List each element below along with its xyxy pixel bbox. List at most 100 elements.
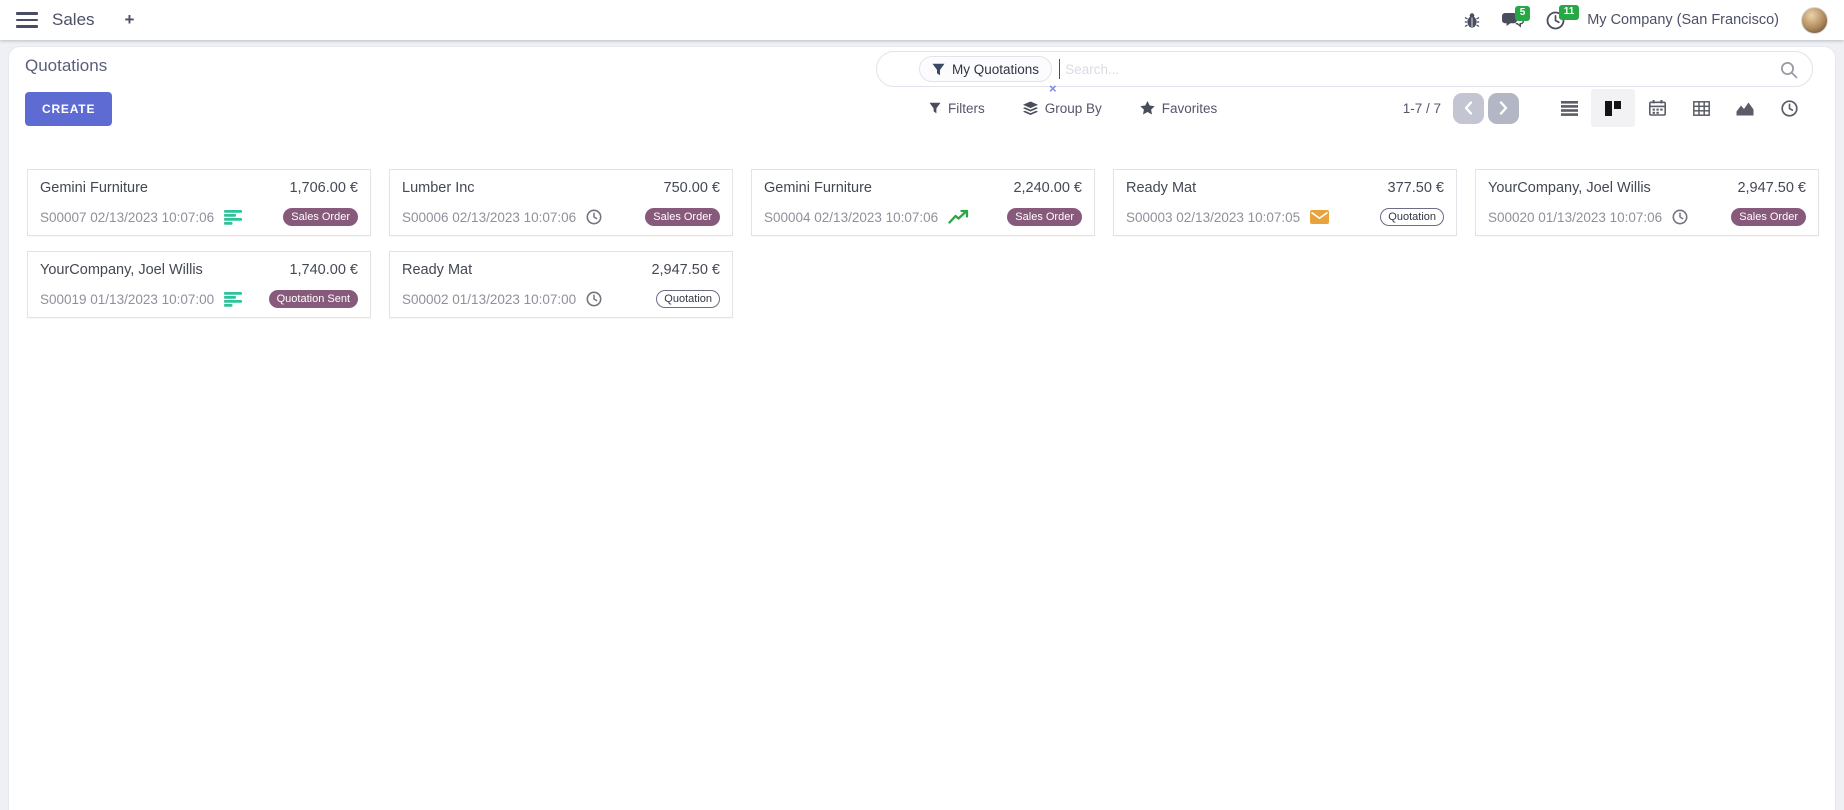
plus-icon[interactable]: +	[125, 10, 135, 30]
trend-up-icon-button[interactable]	[948, 209, 969, 225]
trend-up-icon	[948, 209, 969, 225]
activity-lines-icon-button[interactable]	[224, 210, 242, 225]
company-switcher[interactable]: My Company (San Francisco)	[1587, 12, 1779, 28]
card-footer: S00019 01/13/2023 10:07:00 Quotation Sen…	[40, 290, 358, 308]
card-footer: S00020 01/13/2023 10:07:06 Sales Order	[1488, 208, 1806, 226]
quotation-card[interactable]: YourCompany, Joel Willis 2,947.50 € S000…	[1475, 169, 1819, 236]
app-name[interactable]: Sales	[52, 10, 95, 30]
quotation-card[interactable]: Lumber Inc 750.00 € S00006 02/13/2023 10…	[389, 169, 733, 236]
customer-name: Gemini Furniture	[40, 180, 148, 196]
calendar-icon	[1649, 100, 1666, 116]
activity-view-button[interactable]	[1767, 89, 1811, 127]
clock-icon	[586, 209, 602, 225]
order-reference: S00004 02/13/2023 10:07:06	[764, 210, 938, 225]
clock-icon-button[interactable]	[586, 291, 602, 307]
top-navbar: Sales + 5	[0, 0, 1844, 40]
customer-name: Lumber Inc	[402, 180, 475, 196]
customer-name: Ready Mat	[1126, 180, 1196, 196]
search-options: Filters Group By Favorites	[929, 89, 1217, 127]
envelope-icon-button[interactable]	[1310, 210, 1329, 224]
list-icon	[1561, 101, 1578, 116]
order-reference: S00020 01/13/2023 10:07:06	[1488, 210, 1662, 225]
order-reference: S00003 02/13/2023 10:07:05	[1126, 210, 1300, 225]
order-amount: 377.50 €	[1388, 180, 1444, 196]
pivot-view-button[interactable]	[1679, 89, 1723, 127]
clock-icon-button[interactable]	[1672, 209, 1688, 225]
card-header: YourCompany, Joel Willis 2,947.50 €	[1488, 180, 1806, 196]
card-header: Ready Mat 2,947.50 €	[402, 262, 720, 278]
order-reference: S00007 02/13/2023 10:07:06	[40, 210, 214, 225]
order-amount: 2,947.50 €	[651, 262, 720, 278]
filters-button[interactable]: Filters	[929, 101, 985, 116]
list-view-button[interactable]	[1547, 89, 1591, 127]
graph-view-button[interactable]	[1723, 89, 1767, 127]
search-icon[interactable]	[1780, 61, 1798, 84]
sales-quotations-screen: Sales + 5	[0, 0, 1844, 810]
filter-icon	[929, 102, 941, 114]
order-amount: 750.00 €	[664, 180, 720, 196]
favorites-label: Favorites	[1162, 101, 1218, 116]
status-badge: Sales Order	[645, 208, 720, 226]
clock-icon	[1781, 100, 1798, 117]
quotation-card[interactable]: Gemini Furniture 2,240.00 € S00004 02/13…	[751, 169, 1095, 236]
kanban-view-button[interactable]	[1591, 89, 1635, 127]
card-header: YourCompany, Joel Willis 1,740.00 €	[40, 262, 358, 278]
apps-menu-icon[interactable]	[16, 12, 38, 28]
order-reference: S00006 02/13/2023 10:07:06	[402, 210, 576, 225]
customer-name: YourCompany, Joel Willis	[40, 262, 203, 278]
quotation-card[interactable]: Ready Mat 377.50 € S00003 02/13/2023 10:…	[1113, 169, 1457, 236]
customer-name: Gemini Furniture	[764, 180, 872, 196]
clock-icon	[1672, 209, 1688, 225]
facet-remove-icon[interactable]: ×	[1049, 81, 1057, 96]
activity-lines-icon-button[interactable]	[224, 292, 242, 307]
order-reference: S00019 01/13/2023 10:07:00	[40, 292, 214, 307]
order-amount: 2,947.50 €	[1737, 180, 1806, 196]
card-header: Ready Mat 377.50 €	[1126, 180, 1444, 196]
order-amount: 1,706.00 €	[289, 180, 358, 196]
filter-funnel-icon	[932, 63, 945, 76]
pager-previous-button[interactable]	[1453, 93, 1484, 124]
pivot-table-icon	[1693, 101, 1710, 116]
search-bar[interactable]: My Quotations Search... ×	[876, 51, 1813, 87]
card-footer: S00007 02/13/2023 10:07:06 Sales Order	[40, 208, 358, 226]
customer-name: YourCompany, Joel Willis	[1488, 180, 1651, 196]
chevron-left-icon	[1464, 101, 1473, 115]
messages-icon[interactable]: 5	[1502, 12, 1524, 29]
filters-label: Filters	[948, 101, 985, 116]
chevron-right-icon	[1499, 101, 1508, 115]
activities-count-badge: 11	[1559, 5, 1579, 20]
status-badge: Quotation	[1380, 208, 1444, 226]
order-amount: 1,740.00 €	[289, 262, 358, 278]
order-amount: 2,240.00 €	[1013, 180, 1082, 196]
pager-and-views: 1-7 / 7	[1403, 89, 1811, 127]
debug-bug-icon[interactable]	[1464, 12, 1480, 29]
quotation-card[interactable]: YourCompany, Joel Willis 1,740.00 € S000…	[27, 251, 371, 318]
favorites-button[interactable]: Favorites	[1140, 101, 1218, 116]
search-facet-my-quotations[interactable]: My Quotations	[919, 56, 1052, 82]
quotation-card[interactable]: Gemini Furniture 1,706.00 € S00007 02/13…	[27, 169, 371, 236]
group-by-label: Group By	[1045, 101, 1102, 116]
card-footer: S00006 02/13/2023 10:07:06 Sales Order	[402, 208, 720, 226]
order-reference: S00002 01/13/2023 10:07:00	[402, 292, 576, 307]
activity-lines-icon	[224, 292, 242, 307]
envelope-icon	[1310, 210, 1329, 224]
card-header: Gemini Furniture 1,706.00 €	[40, 180, 358, 196]
activities-clock-icon[interactable]: 11	[1546, 11, 1565, 30]
quotation-card[interactable]: Ready Mat 2,947.50 € S00002 01/13/2023 1…	[389, 251, 733, 318]
layers-icon	[1023, 101, 1038, 116]
group-by-button[interactable]: Group By	[1023, 101, 1102, 116]
user-avatar[interactable]	[1801, 7, 1828, 34]
create-button[interactable]: CREATE	[25, 92, 112, 126]
status-badge: Quotation Sent	[269, 290, 358, 308]
card-footer: S00003 02/13/2023 10:07:05 Quotation	[1126, 208, 1444, 226]
clock-icon-button[interactable]	[586, 209, 602, 225]
pager-value: 1-7 / 7	[1403, 101, 1441, 116]
status-badge: Quotation	[656, 290, 720, 308]
status-badge: Sales Order	[1731, 208, 1806, 226]
facet-label: My Quotations	[952, 62, 1039, 77]
calendar-view-button[interactable]	[1635, 89, 1679, 127]
search-input[interactable]: Search...	[1065, 62, 1119, 77]
card-footer: S00002 01/13/2023 10:07:00 Quotation	[402, 290, 720, 308]
pager-next-button[interactable]	[1488, 93, 1519, 124]
text-cursor	[1059, 59, 1060, 79]
